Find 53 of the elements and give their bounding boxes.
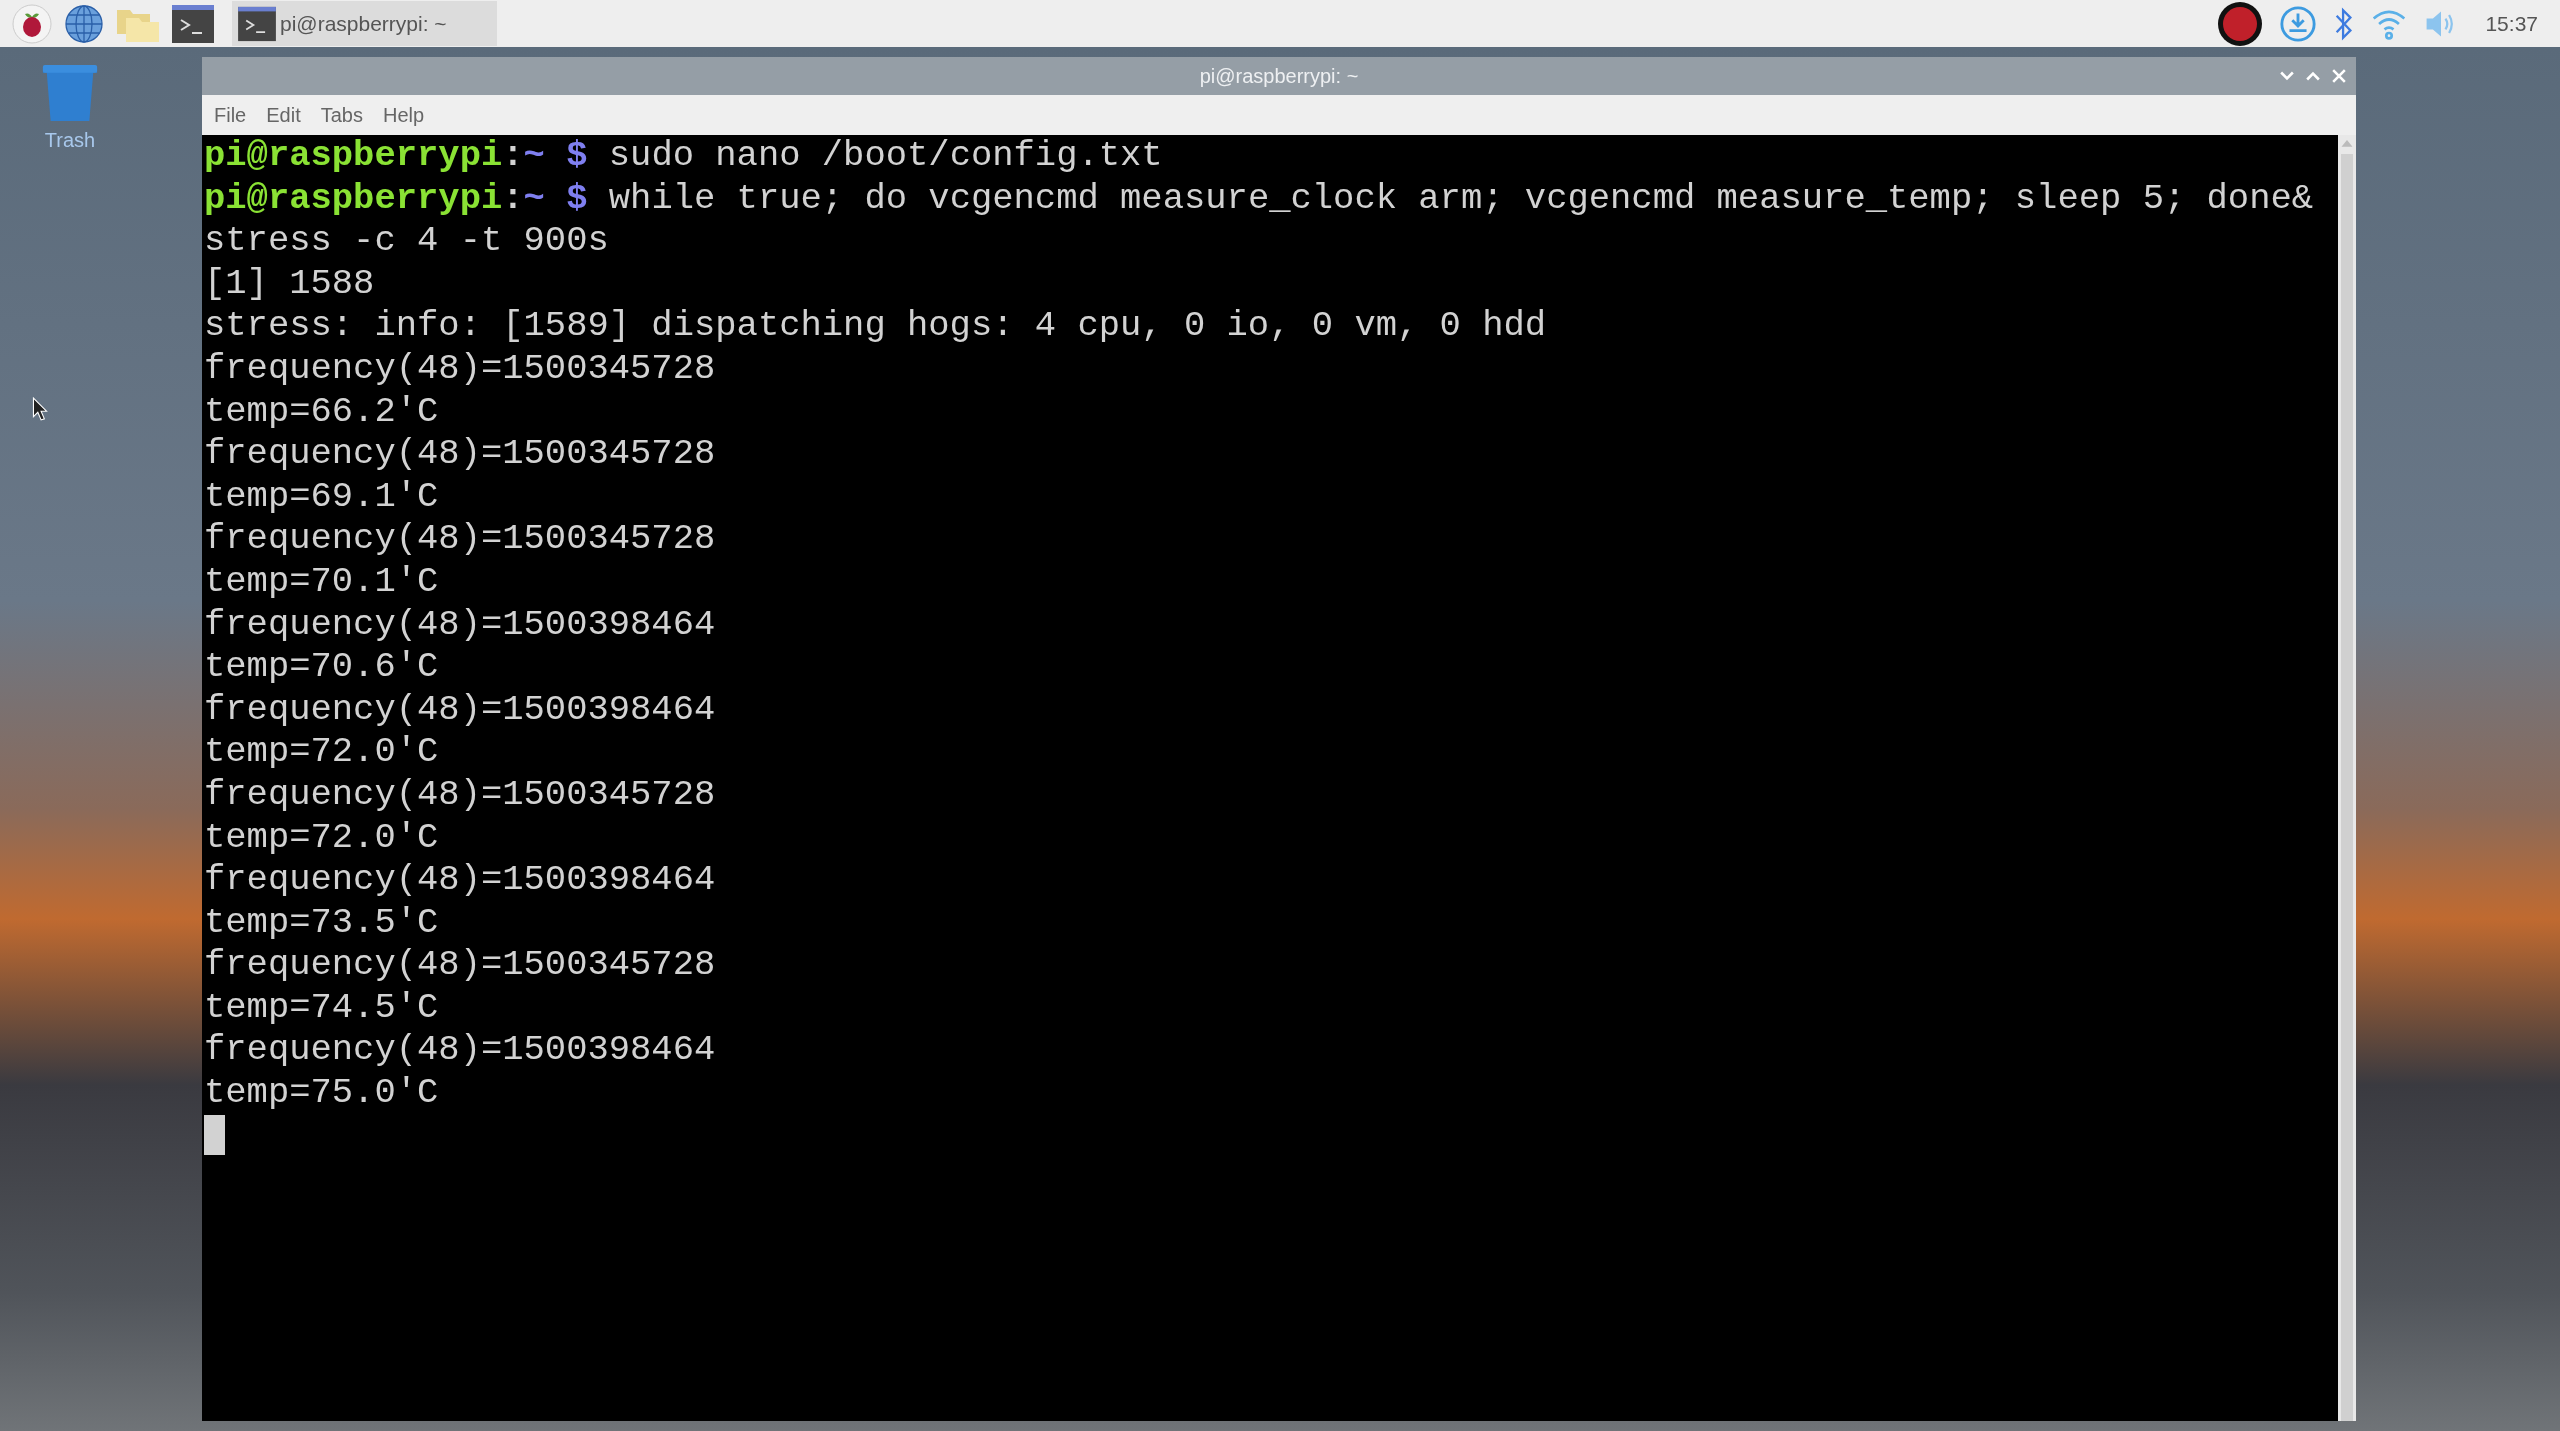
prompt-separator: : (502, 177, 524, 219)
raspberry-icon[interactable] (12, 3, 52, 44)
prompt-symbol: $ (566, 135, 588, 176)
output-line: stress -c 4 -t 900s (204, 220, 609, 262)
terminal-icon (238, 5, 276, 42)
menu-item[interactable]: Help (382, 103, 425, 127)
output-line: frequency(48)=1500398464 (204, 603, 716, 645)
pointer-icon (32, 397, 48, 421)
clock[interactable]: 15:37 (2485, 11, 2538, 36)
taskbar-window-button[interactable]: pi@raspberrypi: ~ (232, 1, 497, 46)
output-line: frequency(48)=1500345728 (204, 944, 716, 986)
output-line: frequency(48)=1500345728 (204, 433, 716, 475)
menu-item[interactable]: Edit (266, 103, 301, 127)
output-line: temp=72.0'C (204, 731, 439, 773)
output-line: temp=69.1'C (204, 475, 439, 517)
output-line: temp=75.0'C (204, 1072, 439, 1114)
record-icon[interactable] (2217, 0, 2264, 47)
output-line: temp=66.2'C (204, 390, 439, 432)
output-line: temp=70.6'C (204, 646, 439, 688)
prompt-separator: : (502, 135, 524, 176)
output-line: [1] 1588 (204, 262, 375, 304)
text-cursor (204, 1115, 225, 1156)
output-line: frequency(48)=1500398464 (204, 1029, 716, 1071)
trash-icon[interactable] (40, 63, 100, 123)
output-line: temp=74.5'C (204, 986, 439, 1028)
maximize-icon[interactable] (2306, 71, 2320, 81)
prompt-path: ~ (523, 135, 545, 176)
menu-item[interactable]: Tabs (320, 103, 363, 127)
output-line: temp=73.5'C (204, 901, 439, 943)
scroll-up-icon[interactable] (2340, 139, 2354, 148)
output-line: frequency(48)=1500345728 (204, 518, 716, 560)
close-icon[interactable] (2332, 69, 2346, 83)
download-icon[interactable] (2279, 4, 2318, 43)
command-text: sudo nano /boot/config.txt (608, 135, 1163, 176)
output-line: stress: info: [1589] dispatching hogs: 4 cpu, 0 io, 0 vm, 0 hdd (204, 305, 1547, 347)
prompt-symbol: $ (566, 177, 588, 219)
command-text: while true; do vcgencmd measure_clock arm; vcgencmd measure_temp; sleep 5; done& (608, 177, 2314, 219)
scrollbar[interactable] (2338, 135, 2356, 1421)
desktop-icon-label[interactable]: Trash (44, 129, 96, 152)
prompt-user-host: pi@raspberrypi (204, 135, 503, 176)
output-line: temp=72.0'C (204, 816, 439, 858)
globe-icon[interactable] (64, 3, 104, 44)
prompt-path: ~ (523, 177, 545, 219)
output-line: frequency(48)=1500398464 (204, 688, 716, 730)
prompt-user-host: pi@raspberrypi (204, 177, 503, 219)
terminal-icon[interactable] (172, 3, 214, 44)
output-line: frequency(48)=1500345728 (204, 347, 716, 389)
window-title: pi@raspberrypi: ~ (1198, 64, 1360, 88)
output-line: frequency(48)=1500398464 (204, 859, 716, 901)
menu-item[interactable]: File (214, 103, 247, 127)
output-line: frequency(48)=1500345728 (204, 773, 716, 815)
minimize-icon[interactable] (2280, 71, 2294, 81)
output-line: temp=70.1'C (204, 560, 439, 602)
